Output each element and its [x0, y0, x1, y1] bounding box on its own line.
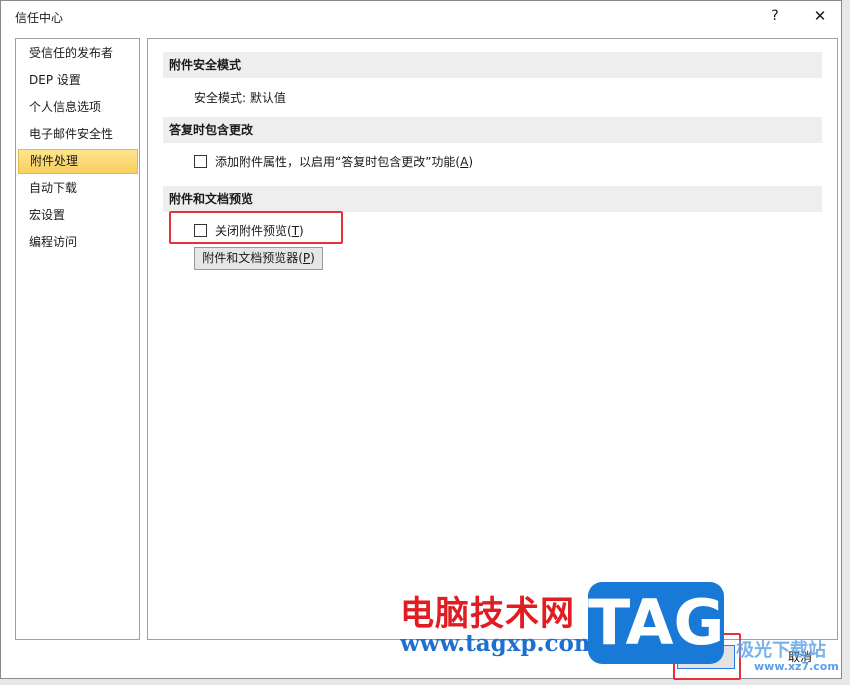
nav-item-trusted-publishers[interactable]: 受信任的发布者: [18, 41, 138, 66]
nav-item-attachment-handling[interactable]: 附件处理: [18, 149, 138, 174]
watermark-small-text: 极光下载站: [736, 640, 826, 661]
title-bar: 信任中心 ? ✕: [1, 1, 841, 33]
attachment-previewers-button[interactable]: 附件和文档预览器(P): [194, 247, 323, 270]
label-suffix: ): [299, 224, 304, 238]
trust-center-dialog: 信任中心 ? ✕ 受信任的发布者 DEP 设置 个人信息选项 电子邮件安全性 附…: [0, 0, 842, 680]
nav-item-dep-settings[interactable]: DEP 设置: [18, 68, 138, 93]
nav-item-macro-settings[interactable]: 宏设置: [18, 203, 138, 228]
help-icon[interactable]: ?: [763, 4, 787, 28]
section-header-attachment-security: 附件安全模式: [163, 52, 822, 78]
checkbox-label: 添加附件属性，以启用“答复时包含更改”功能(: [215, 155, 461, 169]
nav-item-privacy-options[interactable]: 个人信息选项: [18, 95, 138, 120]
nav-item-email-security[interactable]: 电子邮件安全性: [18, 122, 138, 147]
nav-item-automatic-download[interactable]: 自动下载: [18, 176, 138, 201]
watermark-text: 电脑技术网: [400, 594, 575, 634]
label-suffix: ): [310, 251, 315, 265]
security-mode-text: 安全模式: 默认值: [194, 91, 286, 105]
watermark-url: www.tagxp.com: [400, 630, 599, 657]
add-attachment-properties-checkbox[interactable]: 添加附件属性，以启用“答复时包含更改”功能(A): [194, 154, 473, 170]
button-label: 附件和文档预览器(: [202, 251, 303, 265]
category-nav: 受信任的发布者 DEP 设置 个人信息选项 电子邮件安全性 附件处理 自动下载 …: [15, 38, 140, 640]
window-title: 信任中心: [15, 11, 64, 25]
nav-item-programmatic-access[interactable]: 编程访问: [18, 230, 138, 255]
checkbox-box[interactable]: [194, 155, 207, 168]
close-icon[interactable]: ✕: [807, 4, 833, 28]
watermark-small-url: www.xz7.com: [754, 660, 839, 673]
watermark-tag-logo: TAG: [588, 582, 724, 664]
access-key: T: [291, 224, 300, 238]
label-suffix: ): [468, 155, 474, 169]
turn-off-attachment-preview-checkbox[interactable]: 关闭附件预览(T): [194, 223, 304, 239]
section-header-reply-changes: 答复时包含更改: [163, 117, 822, 143]
section-header-attachment-preview: 附件和文档预览: [163, 186, 822, 212]
checkbox-box[interactable]: [194, 224, 207, 237]
settings-panel: 附件安全模式 安全模式: 默认值 答复时包含更改 添加附件属性，以启用“答复时包…: [147, 38, 838, 640]
checkbox-label: 关闭附件预览(: [215, 224, 292, 238]
